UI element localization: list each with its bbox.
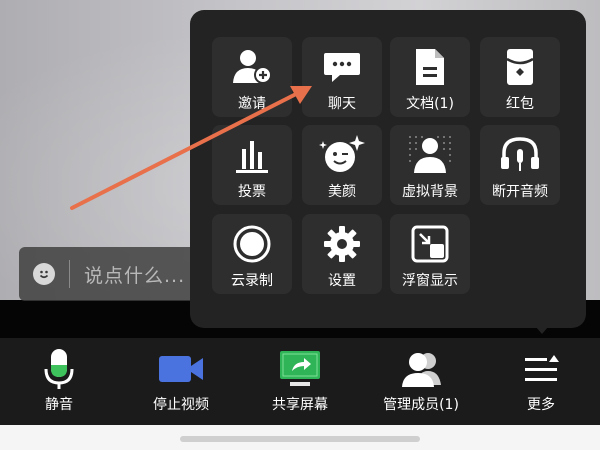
emoji-icon[interactable] <box>33 263 55 285</box>
chat-input-divider <box>69 260 70 288</box>
menu-item-label: 邀请 <box>238 96 266 112</box>
menu-item-label: 聊天 <box>328 96 356 112</box>
menu-item-floating-window[interactable]: 浮窗显示 <box>390 214 470 294</box>
menu-item-cloud-record[interactable]: 云录制 <box>212 214 292 294</box>
menu-item-label: 文档(1) <box>406 96 454 112</box>
cloud-record-icon <box>212 222 292 266</box>
menu-item-label: 云录制 <box>231 273 273 289</box>
toolbar-label: 静音 <box>45 397 73 413</box>
microphone-icon <box>0 346 118 392</box>
menu-item-vote[interactable]: 投票 <box>212 125 292 205</box>
home-indicator[interactable] <box>180 436 420 442</box>
red-packet-icon <box>480 45 560 89</box>
document-icon <box>390 45 470 89</box>
toolbar-label: 停止视频 <box>153 397 209 413</box>
menu-item-invite[interactable]: 邀请 <box>212 37 292 117</box>
menu-item-chat[interactable]: 聊天 <box>302 37 382 117</box>
menu-item-label: 美颜 <box>328 184 356 200</box>
virtual-background-icon <box>390 133 470 177</box>
menu-item-label: 红包 <box>506 96 534 112</box>
menu-item-label: 浮窗显示 <box>402 273 458 289</box>
menu-item-virtual-background[interactable]: 虚拟背景 <box>390 125 470 205</box>
bottom-toolbar: 静音 停止视频 共享屏幕 管理成员(1) 更多 <box>0 338 600 425</box>
menu-item-label: 投票 <box>238 184 266 200</box>
more-menu-pointer <box>530 320 554 334</box>
share-screen-icon <box>241 346 359 392</box>
beauty-icon <box>302 133 382 177</box>
menu-item-label: 虚拟背景 <box>402 184 458 200</box>
more-menu-icon <box>482 346 600 392</box>
toolbar-mute-button[interactable]: 静音 <box>0 338 118 425</box>
menu-item-label: 断开音频 <box>492 184 548 200</box>
menu-item-settings[interactable]: 设置 <box>302 214 382 294</box>
disconnect-audio-icon <box>480 133 560 177</box>
toolbar-stop-video-button[interactable]: 停止视频 <box>122 338 240 425</box>
menu-item-red-packet[interactable]: 红包 <box>480 37 560 117</box>
vote-icon <box>212 133 292 177</box>
toolbar-label: 共享屏幕 <box>272 397 328 413</box>
toolbar-manage-members-button[interactable]: 管理成员(1) <box>362 338 480 425</box>
video-camera-icon <box>122 346 240 392</box>
floating-window-icon <box>390 222 470 266</box>
menu-item-label: 设置 <box>328 273 356 289</box>
menu-item-beauty[interactable]: 美颜 <box>302 125 382 205</box>
settings-gear-icon <box>302 222 382 266</box>
toolbar-more-button[interactable]: 更多 <box>482 338 600 425</box>
chat-input-bar[interactable]: 说点什么... <box>19 247 219 301</box>
chat-icon <box>302 45 382 89</box>
menu-item-disconnect-audio[interactable]: 断开音频 <box>480 125 560 205</box>
participants-icon <box>362 346 480 392</box>
menu-item-document[interactable]: 文档(1) <box>390 37 470 117</box>
toolbar-share-screen-button[interactable]: 共享屏幕 <box>241 338 359 425</box>
toolbar-label: 管理成员(1) <box>383 397 459 413</box>
chat-input-placeholder[interactable]: 说点什么... <box>84 261 185 288</box>
toolbar-label: 更多 <box>527 397 555 413</box>
meeting-screen: 说点什么... 邀请 聊天 文档(1) 红包 投票 美颜 虚拟背景 断开音频 云… <box>0 0 600 450</box>
invite-user-icon <box>212 45 292 89</box>
